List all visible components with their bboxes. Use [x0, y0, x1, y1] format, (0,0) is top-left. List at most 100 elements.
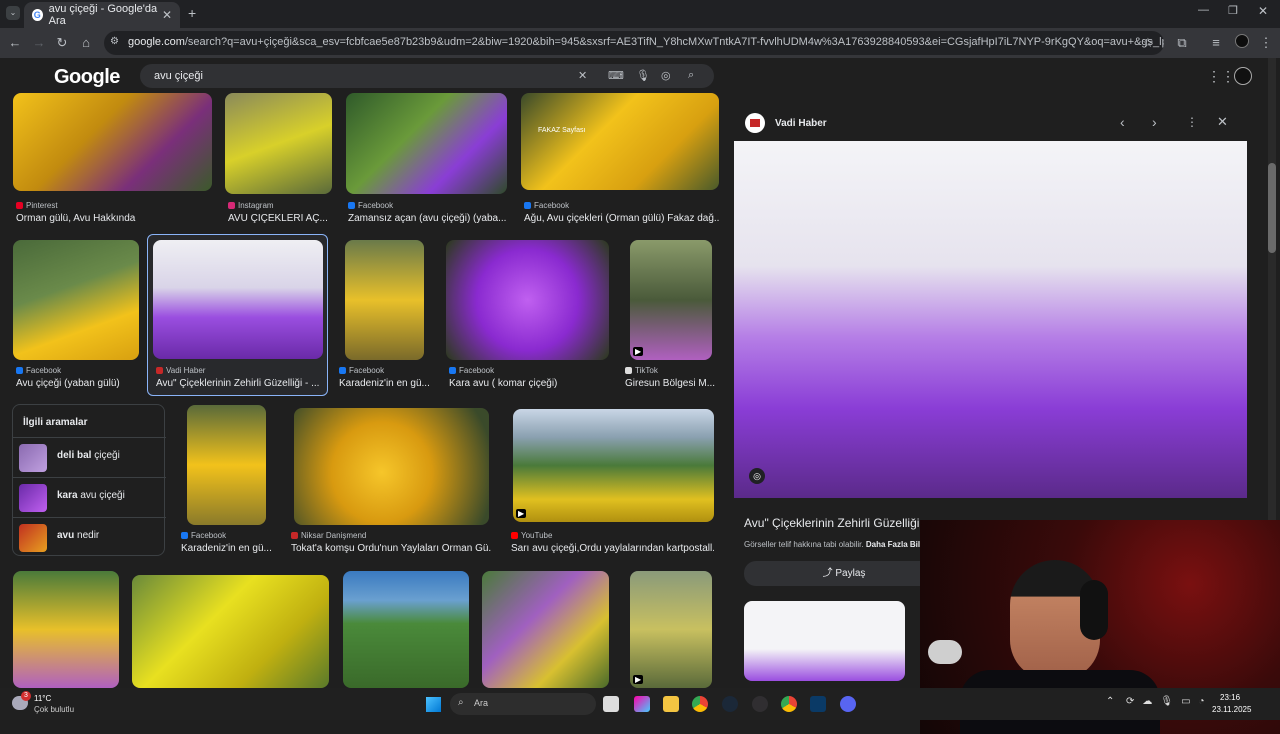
- tab-search-icon[interactable]: ⌄: [6, 6, 20, 20]
- related-item[interactable]: avu nedir: [13, 517, 166, 557]
- weather-desc[interactable]: Çok bulutlu: [34, 705, 74, 714]
- result-image[interactable]: [346, 93, 507, 194]
- steam-icon[interactable]: [722, 696, 738, 712]
- keyboard-icon[interactable]: ⌨: [608, 69, 624, 82]
- result-caption[interactable]: Ağu, Avu çiçekleri (Orman gülü) Fakaz da…: [524, 213, 719, 224]
- result-caption[interactable]: Karadeniz'in en gü...: [181, 543, 271, 554]
- extensions-icon[interactable]: ⧉: [1173, 34, 1191, 52]
- weather-temp[interactable]: 11°C: [34, 694, 51, 703]
- result-caption[interactable]: AVU ÇİÇEKLERİ AÇ...: [228, 213, 332, 224]
- clear-icon[interactable]: ✕: [578, 69, 587, 82]
- minimize-icon[interactable]: —: [1198, 4, 1209, 16]
- preview-image[interactable]: ◎: [734, 141, 1247, 498]
- result-image[interactable]: [345, 240, 424, 360]
- related-item[interactable]: deli bal çiçeği: [13, 437, 166, 477]
- menu-icon[interactable]: ⋮: [1257, 34, 1275, 52]
- profile-avatar[interactable]: [1233, 34, 1251, 52]
- reload-icon[interactable]: ↻: [53, 34, 71, 52]
- result-caption[interactable]: Avu çiçeği (yaban gülü): [16, 378, 139, 389]
- close-tab-icon[interactable]: ✕: [162, 8, 172, 22]
- taskbar-search[interactable]: ⌕ Ara: [450, 693, 596, 715]
- windows-start-icon[interactable]: [426, 697, 441, 712]
- result-image[interactable]: ▶: [630, 571, 712, 688]
- file-explorer-icon[interactable]: [663, 696, 679, 712]
- result-caption[interactable]: Avu" Çiçeklerinin Zehirli Güzelliği - ..…: [156, 378, 322, 389]
- close-window-icon[interactable]: ✕: [1258, 4, 1268, 18]
- taskbar: 3 11°C Çok bulutlu ⌕ Ara ⌃ ⟳☁🎙▭◔ 23:16 2…: [0, 688, 1280, 720]
- result-image[interactable]: [132, 575, 329, 688]
- clock-date[interactable]: 23.11.2025: [1212, 705, 1251, 714]
- video-play-icon: ▶: [633, 675, 644, 684]
- site-logo: [745, 113, 765, 133]
- result-image[interactable]: [13, 93, 212, 191]
- result-image[interactable]: [294, 408, 489, 525]
- bookmark-star-icon[interactable]: ☆: [1139, 34, 1157, 52]
- google-logo[interactable]: Google: [54, 66, 120, 89]
- new-tab-icon[interactable]: +: [188, 5, 196, 21]
- search-input[interactable]: avu çiçeği: [140, 64, 714, 88]
- tray-chevron-icon[interactable]: ⌃: [1106, 696, 1114, 707]
- media-icon[interactable]: ≡: [1207, 34, 1225, 52]
- clock-time[interactable]: 23:16: [1220, 693, 1240, 702]
- result-caption[interactable]: Zamansız açan (avu çiçeği) (yaba...: [348, 213, 507, 224]
- tab-title: avu çiçeği - Google'da Ara: [48, 3, 158, 27]
- lens-overlay-icon[interactable]: ◎: [749, 468, 765, 484]
- result-image[interactable]: FAKAZ Sayfası: [521, 93, 719, 190]
- result-image[interactable]: [482, 571, 609, 688]
- result-source: Pinterest: [16, 201, 58, 210]
- more-options-icon[interactable]: ⋮: [1186, 115, 1198, 129]
- address-bar[interactable]: google.com/search?q=avu+çiçeği&sca_esv=f…: [104, 31, 1164, 55]
- result-source: Niksar Danişmend: [291, 531, 366, 540]
- related-thumb: [19, 484, 47, 512]
- result-image[interactable]: [153, 240, 323, 359]
- prev-icon[interactable]: ‹: [1120, 114, 1125, 130]
- google-images-page: Google avu çiçeği ✕ ⌨ 🎙 ◎ ⌕ ⋮⋮ FAKAZ Say…: [0, 58, 1280, 734]
- result-source: Instagram: [228, 201, 274, 210]
- result-image[interactable]: [446, 240, 609, 360]
- lens-icon[interactable]: ◎: [661, 69, 671, 82]
- result-caption[interactable]: Karadeniz'in en gü...: [339, 378, 430, 389]
- result-caption[interactable]: Sarı avu çiçeği,Ordu yaylalarından kartp…: [511, 543, 714, 554]
- browser-tab[interactable]: G avu çiçeği - Google'da Ara ✕: [24, 2, 180, 28]
- home-icon[interactable]: ⌂: [77, 34, 95, 52]
- account-avatar[interactable]: [1234, 67, 1252, 85]
- share-button[interactable]: ⤴ Paylaş: [744, 561, 944, 586]
- result-image[interactable]: [225, 93, 332, 194]
- next-icon[interactable]: ›: [1152, 114, 1157, 130]
- chrome-active-icon[interactable]: [781, 696, 797, 712]
- microphone-icon: [928, 640, 962, 664]
- task-view-icon[interactable]: [603, 696, 619, 712]
- forward-icon[interactable]: →: [30, 34, 48, 52]
- video-play-icon: ▶: [516, 509, 527, 518]
- tray-icons[interactable]: ⟳☁🎙▭◔: [1126, 696, 1213, 707]
- apps-icon[interactable]: ⋮⋮: [1207, 68, 1235, 85]
- result-caption[interactable]: Giresun Bölgesi M...: [625, 378, 715, 389]
- site-info-icon[interactable]: ⚙: [110, 36, 119, 47]
- result-image[interactable]: ▶: [630, 240, 712, 360]
- chrome-icon[interactable]: [692, 696, 708, 712]
- discord-icon[interactable]: [840, 696, 856, 712]
- microphone-icon[interactable]: 🎙: [636, 69, 650, 82]
- result-caption[interactable]: Orman gülü, Avu Hakkında: [16, 213, 212, 224]
- result-caption[interactable]: Tokat'a komşu Ordu'nun Yaylaları Orman G…: [291, 543, 491, 554]
- result-image[interactable]: [13, 571, 119, 688]
- result-image[interactable]: [13, 240, 139, 360]
- copilot-icon[interactable]: [634, 696, 650, 712]
- vscode-icon[interactable]: [810, 696, 826, 712]
- related-item[interactable]: kara avu çiçeği: [13, 477, 166, 517]
- close-panel-icon[interactable]: ✕: [1217, 114, 1228, 130]
- result-source: Facebook: [348, 201, 393, 210]
- site-name[interactable]: Vadi Haber: [775, 118, 827, 129]
- headphones-icon: [1080, 580, 1108, 640]
- panel-title[interactable]: Avu" Çiçeklerinin Zehirli Güzelliği: [744, 516, 919, 530]
- related-preview-image[interactable]: [744, 601, 905, 681]
- more-info-link[interactable]: Daha Fazla Bil: [866, 540, 920, 549]
- back-icon[interactable]: ←: [6, 34, 24, 52]
- result-image[interactable]: [343, 571, 469, 688]
- obs-icon[interactable]: [752, 696, 768, 712]
- search-icon[interactable]: ⌕: [688, 69, 694, 82]
- restore-icon[interactable]: ❐: [1228, 4, 1238, 17]
- result-image[interactable]: ▶: [513, 409, 714, 522]
- result-image[interactable]: [187, 405, 266, 525]
- result-caption[interactable]: Kara avu ( komar çiçeği): [449, 378, 609, 389]
